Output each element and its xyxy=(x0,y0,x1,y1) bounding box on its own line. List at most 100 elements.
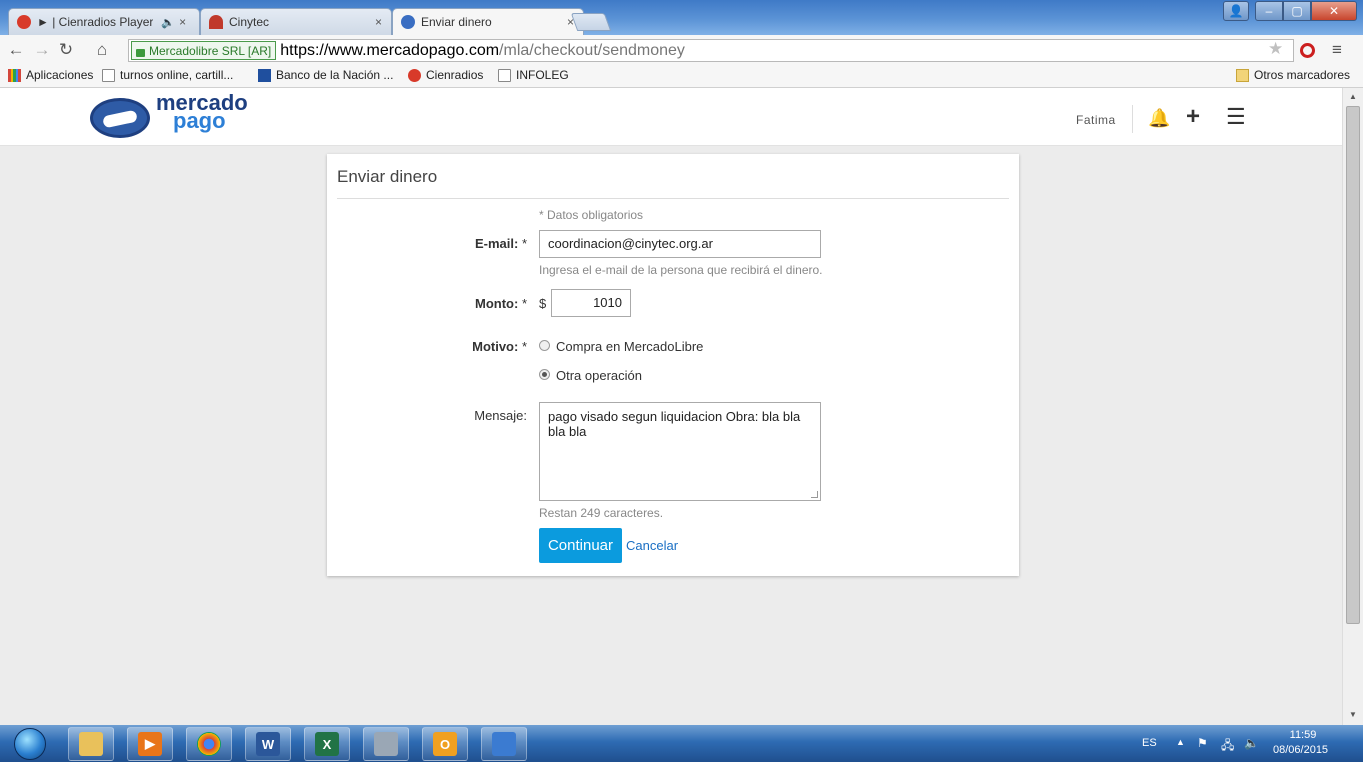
hamburger-menu-icon[interactable]: ☰ xyxy=(1226,104,1246,130)
reason-label: Motivo: * xyxy=(472,339,527,354)
taskbar-media[interactable]: ▶ xyxy=(127,727,173,761)
chart-app-icon xyxy=(492,732,516,756)
plus-icon[interactable]: + xyxy=(1186,103,1200,131)
windows-taskbar: ▶ W X O ES ▲ ⚑ 🖧 🔈 11:59 08/06/2015 xyxy=(0,725,1363,762)
outlook-icon: O xyxy=(433,732,457,756)
browser-toolbar: ← → ↻ ⌂ Mercadolibre SRL [AR] https://ww… xyxy=(0,35,1363,65)
network-icon[interactable]: 🖧 xyxy=(1221,736,1234,757)
radio-label-compra[interactable]: Compra en MercadoLibre xyxy=(556,339,703,354)
currency-symbol: $ xyxy=(539,296,547,311)
maximize-button[interactable]: ▢ xyxy=(1283,1,1311,21)
forward-arrow-icon[interactable]: → xyxy=(32,39,52,61)
bookmarks-bar: Aplicaciones turnos online, cartill... B… xyxy=(0,65,1363,88)
scroll-thumb[interactable] xyxy=(1346,106,1360,624)
cancel-link[interactable]: Cancelar xyxy=(626,538,678,553)
user-icon[interactable]: 👤 xyxy=(1223,1,1249,21)
clock-time[interactable]: 11:59 xyxy=(1281,729,1325,741)
continue-button[interactable]: Continuar xyxy=(539,528,622,563)
bookmark-turnos[interactable]: turnos online, cartill... xyxy=(102,68,233,82)
media-player-icon: ▶ xyxy=(138,732,162,756)
taskbar-explorer[interactable] xyxy=(68,727,114,761)
reload-icon[interactable]: ↻ xyxy=(56,39,76,61)
back-arrow-icon[interactable]: ← xyxy=(6,39,26,61)
taskbar-word[interactable]: W xyxy=(245,727,291,761)
resize-handle[interactable] xyxy=(811,491,818,498)
divider xyxy=(337,198,1009,199)
taskbar-chrome[interactable] xyxy=(186,727,232,761)
address-bar[interactable]: Mercadolibre SRL [AR] https://www.mercad… xyxy=(128,39,1294,62)
mercadopago-icon xyxy=(401,15,415,29)
new-tab-button[interactable] xyxy=(570,13,612,31)
bell-icon[interactable]: 🔔 xyxy=(1148,108,1170,129)
required-note: * Datos obligatorios xyxy=(539,208,644,222)
scroll-down-icon[interactable]: ▼ xyxy=(1349,710,1357,719)
url-text[interactable]: https://www.mercadopago.com/mla/checkout… xyxy=(280,42,685,60)
audio-icon[interactable]: 🔈 xyxy=(161,16,175,29)
cienradios-icon xyxy=(408,68,421,82)
brand-wordmark[interactable]: mercado pago xyxy=(156,92,248,132)
close-window-button[interactable]: ✕ xyxy=(1311,1,1357,21)
page-icon xyxy=(102,68,115,82)
volume-icon[interactable]: 🔈 xyxy=(1244,736,1259,750)
bookmark-infoleg[interactable]: INFOLEG xyxy=(498,68,569,82)
message-label: Mensaje: xyxy=(474,408,527,423)
apps-grid-icon xyxy=(8,68,21,82)
language-indicator[interactable]: ES xyxy=(1142,737,1157,749)
message-textarea[interactable]: pago visado segun liquidacion Obra: bla … xyxy=(539,402,821,501)
radio-otra-operacion[interactable] xyxy=(539,369,550,380)
bookmark-cienradios[interactable]: Cienradios xyxy=(408,68,483,82)
site-header: mercado pago Fatima 🔔 + ☰ xyxy=(0,88,1342,146)
amount-label: Monto: * xyxy=(475,296,527,311)
radio-compra-mercadolibre[interactable] xyxy=(539,340,550,351)
chrome-menu-icon[interactable]: ≡ xyxy=(1332,40,1342,60)
system-tray: ES ▲ ⚑ 🖧 🔈 11:59 08/06/2015 xyxy=(1134,725,1363,762)
bookmark-other[interactable]: Otros marcadores xyxy=(1236,68,1350,82)
action-center-flag-icon[interactable]: ⚑ xyxy=(1197,736,1208,750)
bookmark-star-icon[interactable]: ★ xyxy=(1268,39,1283,59)
email-help-text: Ingresa el e-mail de la persona que reci… xyxy=(539,263,823,277)
header-divider xyxy=(1132,105,1133,133)
taskbar-excel[interactable]: X xyxy=(304,727,350,761)
excel-icon: X xyxy=(315,732,339,756)
tab-enviar-dinero[interactable]: Enviar dinero × xyxy=(392,8,584,35)
home-icon[interactable]: ⌂ xyxy=(92,39,112,61)
page-title: Enviar dinero xyxy=(337,167,438,186)
taskbar-outlook[interactable]: O xyxy=(422,727,468,761)
email-field[interactable]: coordinacion@cinytec.org.ar xyxy=(539,230,821,258)
page-scrollbar[interactable]: ▲ ▼ xyxy=(1342,88,1363,725)
page-viewport: mercado pago Fatima 🔔 + ☰ Enviar dinero … xyxy=(0,88,1342,725)
window-controls: 👤 – ▢ ✕ xyxy=(1223,1,1357,21)
chrome-icon xyxy=(197,732,221,756)
chars-remaining: Restan 249 caracteres. xyxy=(539,506,664,520)
calculator-icon xyxy=(374,732,398,756)
lock-icon xyxy=(136,48,145,57)
start-button[interactable] xyxy=(14,728,46,760)
email-label: E-mail: * xyxy=(474,236,527,251)
amount-field[interactable]: 1010 xyxy=(551,289,631,317)
send-money-card: Enviar dinero * Datos obligatorios E-mai… xyxy=(327,154,1019,576)
taskbar-chart-app[interactable] xyxy=(481,727,527,761)
radio-label-otra[interactable]: Otra operación xyxy=(556,368,642,383)
browser-titlebar: ► | Cienradios Player 🔈 × Cinytec × Envi… xyxy=(0,0,1363,35)
show-hidden-icons-icon[interactable]: ▲ xyxy=(1176,737,1185,747)
page-icon xyxy=(498,68,511,82)
word-icon: W xyxy=(256,732,280,756)
folder-icon xyxy=(1236,68,1249,82)
bank-icon xyxy=(258,68,271,82)
tab-cinytec[interactable]: Cinytec × xyxy=(200,8,392,35)
folder-icon xyxy=(79,732,103,756)
bookmark-apps[interactable]: Aplicaciones xyxy=(8,68,93,82)
taskbar-calculator[interactable] xyxy=(363,727,409,761)
tab-cienradios[interactable]: ► | Cienradios Player 🔈 × xyxy=(8,8,200,35)
tab-close-icon[interactable]: × xyxy=(179,15,186,29)
scroll-up-icon[interactable]: ▲ xyxy=(1349,92,1357,101)
ev-certificate-badge[interactable]: Mercadolibre SRL [AR] xyxy=(131,41,277,60)
tab-close-icon[interactable]: × xyxy=(375,15,382,29)
cienradios-icon xyxy=(17,15,31,29)
clock-date[interactable]: 08/06/2015 xyxy=(1273,744,1328,756)
handshake-logo-icon[interactable] xyxy=(90,98,150,138)
minimize-button[interactable]: – xyxy=(1255,1,1283,21)
bookmark-banco-nacion[interactable]: Banco de la Nación ... xyxy=(258,68,393,82)
user-name[interactable]: Fatima xyxy=(1076,113,1116,127)
opera-extension-icon[interactable] xyxy=(1300,43,1315,58)
